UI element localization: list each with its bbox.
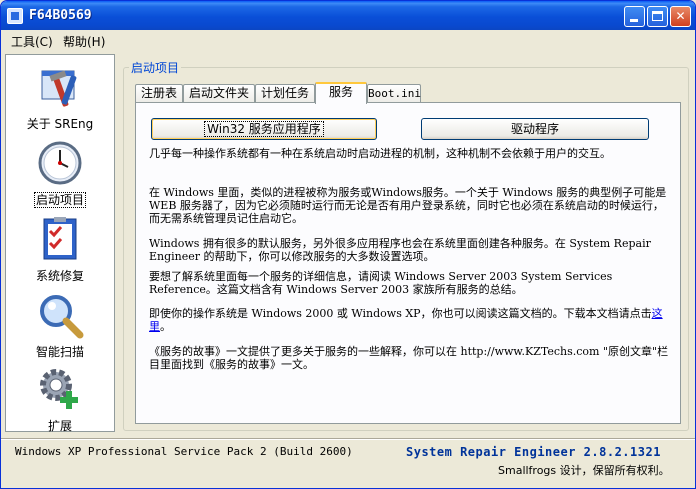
- sidebar-item-repair[interactable]: 系统修复: [6, 211, 114, 283]
- win32-services-button-label: Win32 服务应用程序: [204, 121, 324, 137]
- app-window: F64B0569 ✕ 工具(C) 帮助(H) 关于 SREng 启动项目 系统修…: [0, 0, 696, 489]
- gear-plus-icon: [40, 369, 78, 409]
- tools-icon: [41, 70, 77, 107]
- sidebar-item-about[interactable]: 关于 SREng: [6, 59, 114, 131]
- checklist-icon: [43, 217, 77, 260]
- sidebar-nav: 关于 SREng 启动项目 系统修复 智能扫描 扩展: [5, 54, 115, 433]
- menu-bar: 工具(C) 帮助(H): [1, 30, 695, 50]
- sidebar-item-label: 关于 SREng: [26, 117, 94, 131]
- group-title: 启动项目: [129, 59, 182, 76]
- tab-services[interactable]: 服务: [315, 82, 367, 104]
- status-divider: [1, 438, 695, 440]
- minimize-icon: [630, 19, 638, 22]
- win32-services-button[interactable]: Win32 服务应用程序: [151, 118, 377, 140]
- maximize-icon: [652, 11, 663, 21]
- sidebar-item-startup[interactable]: 启动项目: [6, 135, 114, 208]
- app-version-label: System Repair Engineer 2.8.2.1321: [406, 445, 661, 459]
- close-button[interactable]: ✕: [670, 6, 691, 27]
- services-default-text: Windows 拥有很多的默认服务，另外很多应用程序也会在系统里面创建各种服务。…: [149, 237, 651, 263]
- tab-boot-ini[interactable]: Boot.ini: [367, 84, 421, 103]
- services-story-text: 《服务的故事》一文提供了更多关于服务的一些解释，你可以在 http://www.…: [149, 345, 669, 371]
- copyright-label: Smallfrogs 设计，保留所有权利。: [498, 464, 670, 477]
- download-text-end: 。: [160, 320, 171, 333]
- window-title: F64B0569: [29, 8, 92, 23]
- download-text: 即使你的操作系统是 Windows 2000 或 Windows XP，你也可以…: [149, 307, 652, 320]
- tab-scheduled-tasks[interactable]: 计划任务: [255, 84, 315, 103]
- drivers-button[interactable]: 驱动程序: [421, 118, 649, 140]
- sidebar-item-label-text: 启动项目: [33, 192, 86, 208]
- clock-icon: [38, 141, 82, 185]
- menu-tools[interactable]: 工具(C): [11, 33, 53, 50]
- services-download-text: 即使你的操作系统是 Windows 2000 或 Windows XP，你也可以…: [149, 307, 669, 333]
- menu-help[interactable]: 帮助(H): [63, 33, 105, 50]
- services-intro-text: 几乎每一种操作系统都有一种在系统启动时启动进程的机制，这种机制不会依赖于用户的交…: [149, 147, 611, 160]
- sidebar-item-label: 启动项目: [6, 191, 114, 208]
- tab-startup-folder[interactable]: 启动文件夹: [183, 84, 255, 103]
- services-reference-text: 要想了解系统里面每一个服务的详细信息，请阅读 Windows Server 20…: [149, 270, 613, 296]
- maximize-button[interactable]: [647, 6, 668, 27]
- title-bar[interactable]: F64B0569 ✕: [1, 1, 695, 30]
- tab-registry[interactable]: 注册表: [135, 84, 183, 103]
- magnifier-icon: [40, 295, 84, 339]
- sidebar-item-label: 扩展: [47, 419, 72, 433]
- app-icon: [7, 8, 23, 24]
- sidebar-item-extend[interactable]: 扩展: [6, 361, 114, 433]
- sidebar-item-label: 系统修复: [35, 269, 84, 283]
- os-version-label: Windows XP Professional Service Pack 2 (…: [15, 445, 353, 458]
- sidebar-item-label: 智能扫描: [35, 345, 84, 359]
- sidebar-item-scan[interactable]: 智能扫描: [6, 287, 114, 359]
- minimize-button[interactable]: [624, 6, 645, 27]
- services-definition-text: 在 Windows 里面，类似的进程被称为服务或Windows服务。一个关于 W…: [149, 186, 667, 225]
